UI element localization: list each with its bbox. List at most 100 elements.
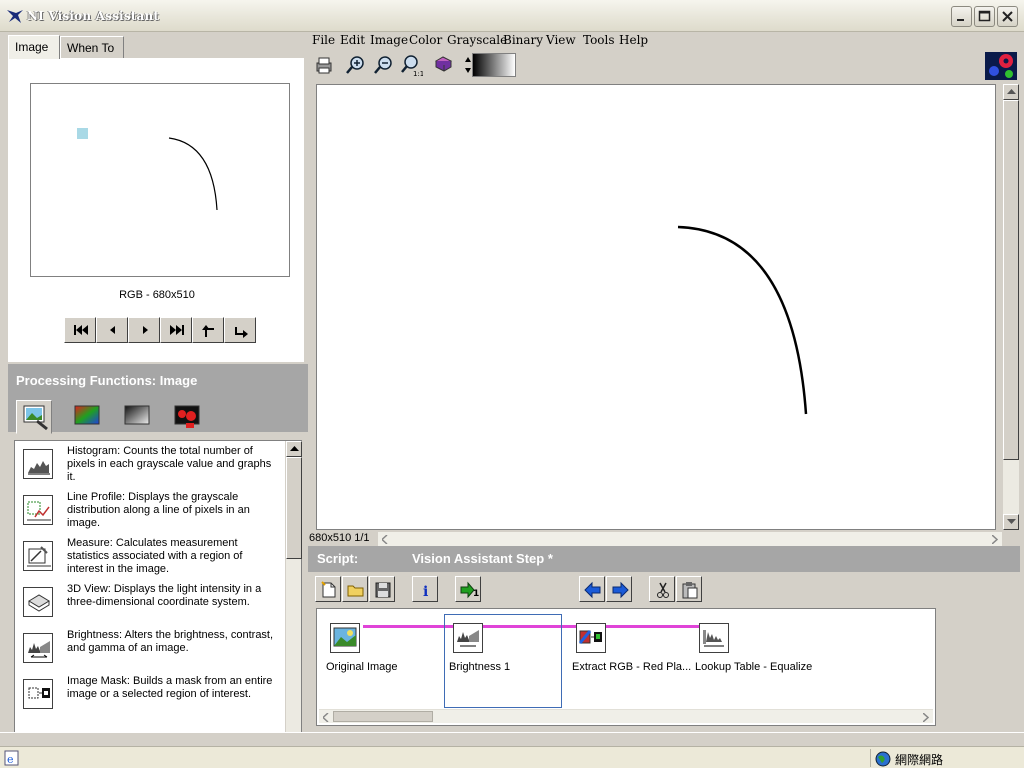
functions-scrollbar[interactable] [285,441,302,751]
previous-icon [110,326,115,334]
previous-image-button[interactable] [96,317,128,343]
menu-view[interactable]: View [546,33,576,47]
last-image-button[interactable] [160,317,192,343]
menu-edit[interactable]: Edit [340,33,365,47]
scroll-up-button[interactable] [286,441,302,457]
printer-icon [316,57,332,74]
undo-image-button[interactable] [192,317,224,343]
preview-info-label: RGB - 680x510 [119,289,195,301]
image-mask-icon [23,679,53,709]
scroll-thumb[interactable] [286,457,302,559]
canvas-vertical-scrollbar[interactable] [1003,84,1019,530]
list-item-3d-view[interactable]: 3D View: Displays the light intensity in… [21,583,281,629]
list-item-measure[interactable]: Measure: Calculates measurement statisti… [21,537,281,583]
new-script-button[interactable] [315,576,341,602]
brightness-icon [23,633,53,663]
image-preview-panel: RGB - 680x510 [8,58,304,362]
spinner-arrows-icon [465,57,471,73]
menu-help[interactable]: Help [619,33,648,47]
save-script-button[interactable] [369,576,395,602]
category-binary-tab[interactable] [168,400,204,432]
menu-file[interactable]: File [312,33,335,47]
run-once-button[interactable]: 1 [455,576,481,602]
info-icon: i [423,584,428,599]
image-thumbnail[interactable] [30,83,290,277]
gradient-spinner[interactable] [464,53,472,77]
scroll-right-icon [923,713,929,722]
tab-image[interactable]: Image [8,35,60,59]
measure-icon [23,541,53,571]
open-script-button[interactable] [342,576,368,602]
first-image-button[interactable] [64,317,96,343]
canvas-scroll-thumb[interactable] [1003,100,1019,460]
run-once-icon: 1 [460,581,479,599]
steps-horizontal-scrollbar[interactable] [319,709,933,723]
script-header: Script: Vision Assistant Step * [308,546,1020,572]
move-step-right-button[interactable] [606,576,632,602]
step-brightness-1[interactable]: Brightness 1 [449,623,575,683]
step-label: Brightness 1 [449,661,511,673]
canvas-scroll-down-button[interactable] [1003,514,1019,530]
category-image-tab[interactable] [16,400,52,434]
scroll-right-icon [992,535,998,544]
category-grayscale-tab[interactable] [118,400,154,432]
thumbnail-arc-drawing [77,128,218,211]
menu-image[interactable]: Image [370,33,408,47]
svg-text:i: i [423,584,428,599]
menu-grayscale[interactable]: Grayscale [447,33,507,47]
ie-page-icon: e [4,750,19,766]
step-label: Original Image [326,661,398,673]
canvas-horizontal-scrollbar[interactable] [378,532,1002,546]
function-description: Image Mask: Builds a mask from an entire… [67,675,273,700]
move-step-left-button[interactable] [579,576,605,602]
menu-bar: File Edit Image Color Grayscale Binary V… [310,32,1024,50]
list-item-image-mask[interactable]: Image Mask: Builds a mask from an entire… [21,675,281,721]
zoom-out-button[interactable] [371,52,397,78]
image-display-canvas[interactable] [316,84,996,530]
list-item-line-profile[interactable]: Line Profile: Displays the grayscale dis… [21,491,281,537]
internet-zone-label: 網際網路 [895,753,944,767]
function-description: Line Profile: Displays the grayscale dis… [67,491,250,529]
list-item-brightness[interactable]: Brightness: Alters the brightness, contr… [21,629,281,675]
menu-color[interactable]: Color [409,33,442,47]
menu-tools[interactable]: Tools [583,33,615,47]
script-info-button[interactable]: i [412,576,438,602]
redo-image-button[interactable] [224,317,256,343]
close-button[interactable] [997,6,1018,27]
scroll-up-icon [290,446,299,451]
paste-step-button[interactable] [676,576,702,602]
zoom-1to1-button[interactable]: 1:1 [398,52,424,78]
cut-step-button[interactable] [649,576,675,602]
print-button[interactable] [311,52,337,78]
help-book-button[interactable] [430,52,456,78]
redo-arrow-icon [235,327,248,338]
steps-scroll-thumb[interactable] [333,711,433,722]
function-category-tabs [8,398,308,434]
canvas-scroll-up-button[interactable] [1003,84,1019,100]
list-item-histogram[interactable]: Histogram: Counts the total number of pi… [21,445,281,491]
original-image-icon [330,623,360,653]
color-category-icon [74,405,100,425]
step-label: Extract RGB - Red Pla... [572,661,692,673]
extract-rgb-icon [576,623,606,653]
image-category-icon [23,405,48,431]
paste-clipboard-icon [682,582,698,599]
next-image-button[interactable] [128,317,160,343]
last-icon [170,325,184,335]
category-color-tab[interactable] [68,400,104,432]
histogram-icon [23,449,53,479]
step-extract-rgb[interactable]: Extract RGB - Red Pla... [572,623,698,683]
step-original-image[interactable]: Original Image [326,623,452,683]
zoom-in-button[interactable] [343,52,369,78]
menu-binary[interactable]: Binary [503,33,543,47]
tab-when-to[interactable]: When To [60,36,124,58]
grayscale-category-icon [124,405,150,425]
bottom-scroll-strip [0,732,1024,746]
step-lookup-table[interactable]: Lookup Table - Equalize [695,623,821,683]
minimize-button[interactable] [951,6,972,27]
window-title: NI Vision Assistant [27,9,160,23]
palette-gradient-swatch[interactable] [472,53,516,77]
arrow-left-icon [584,581,601,599]
image-toolbar: 1:1 [310,50,1024,82]
maximize-button[interactable] [974,6,995,27]
